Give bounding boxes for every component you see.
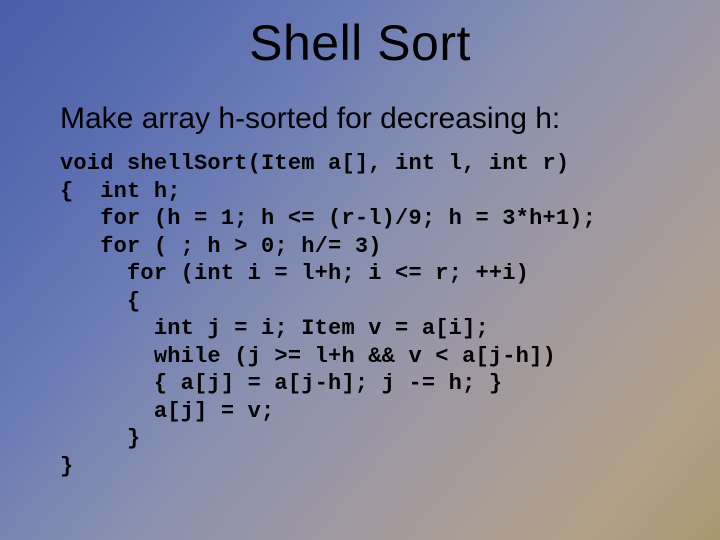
slide-subtitle: Make array h-sorted for decreasing h: (60, 102, 720, 136)
slide-title: Shell Sort (0, 0, 720, 72)
code-block: void shellSort(Item a[], int l, int r) {… (60, 150, 720, 480)
slide: Shell Sort Make array h-sorted for decre… (0, 0, 720, 540)
